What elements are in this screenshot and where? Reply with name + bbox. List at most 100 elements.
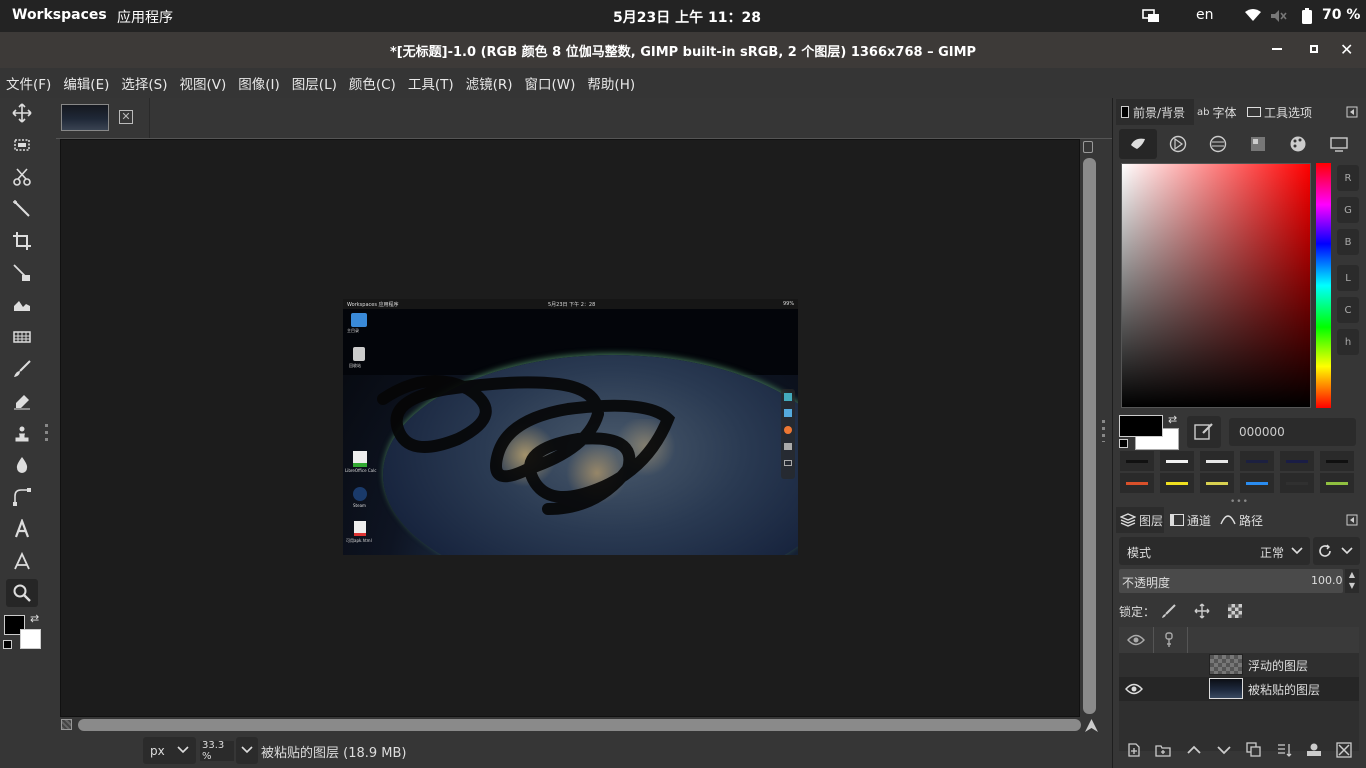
lock-pixels-icon[interactable] (1161, 603, 1177, 619)
color-history-swatch[interactable] (1200, 451, 1234, 471)
color-history-swatch[interactable] (1120, 473, 1154, 493)
color-square[interactable] (1121, 163, 1311, 408)
watercolor-selector-icon[interactable] (1289, 135, 1307, 153)
panel-menu-icon[interactable] (1346, 106, 1358, 118)
scissors-select-tool-icon[interactable] (6, 163, 38, 191)
gimp-selector-icon[interactable] (1119, 129, 1157, 159)
display-icon[interactable] (1142, 8, 1160, 28)
layer-row-pasted[interactable]: 被粘贴的图层 (1119, 677, 1359, 701)
language-indicator[interactable]: en (1196, 7, 1214, 23)
scales-selector-icon[interactable] (1329, 135, 1349, 153)
channel-g-button[interactable]: G (1337, 197, 1359, 223)
zoom-fit-icon[interactable] (1083, 141, 1093, 153)
minimize-icon[interactable] (1272, 48, 1282, 50)
fuzzy-select-tool-icon[interactable] (6, 195, 38, 223)
swap-colors-icon[interactable]: ⇄ (30, 612, 39, 625)
delete-layer-icon[interactable] (1332, 739, 1356, 761)
battery-icon[interactable] (1302, 8, 1312, 28)
tab-layers[interactable]: 图层 (1116, 507, 1164, 533)
channel-r-button[interactable]: R (1337, 165, 1359, 191)
wheel-selector-icon[interactable] (1209, 135, 1227, 153)
zoom-input[interactable]: 33.3 % (200, 740, 234, 762)
menu-help[interactable]: 帮助(H) (581, 73, 641, 93)
triangle-selector-icon[interactable] (1169, 135, 1187, 153)
duplicate-layer-icon[interactable] (1242, 739, 1266, 761)
channel-c-button[interactable]: C (1337, 297, 1359, 323)
layer-mask-icon[interactable] (1302, 739, 1326, 761)
unit-select[interactable]: px (143, 737, 196, 764)
lock-position-icon[interactable] (1194, 603, 1210, 619)
color-history-swatch[interactable] (1240, 451, 1274, 471)
tab-fonts[interactable]: ab 字体 (1197, 99, 1245, 125)
tab-tool-options[interactable]: 工具选项 (1247, 99, 1317, 125)
channel-l-button[interactable]: L (1337, 265, 1359, 291)
menu-layer[interactable]: 图层(L) (286, 73, 343, 93)
unified-transform-tool-icon[interactable] (6, 259, 38, 287)
color-history-swatch[interactable] (1120, 451, 1154, 471)
rect-select-tool-icon[interactable] (6, 131, 38, 159)
cmyk-selector-icon[interactable] (1249, 135, 1267, 153)
tab-channels[interactable]: 通道 (1167, 507, 1215, 533)
opacity-spin-buttons[interactable]: ▲ ▼ (1345, 569, 1359, 593)
clone-tool-icon[interactable] (6, 419, 38, 447)
quick-mask-toggle-icon[interactable] (61, 719, 72, 730)
dock-separator-handle[interactable]: ••• (1230, 497, 1249, 507)
image-tab[interactable]: ✕ (56, 98, 150, 138)
smudge-tool-icon[interactable] (6, 451, 38, 479)
color-picker-tool-icon[interactable] (6, 547, 38, 575)
maximize-icon[interactable] (1310, 45, 1318, 53)
toolbox-resize-handle[interactable] (45, 424, 48, 444)
tab-paths[interactable]: 路径 (1217, 507, 1265, 533)
close-tab-icon[interactable]: ✕ (119, 110, 133, 124)
menu-file[interactable]: 文件(F) (0, 73, 57, 93)
color-history-swatch[interactable] (1200, 473, 1234, 493)
channel-b-button[interactable]: B (1337, 229, 1359, 255)
menu-select[interactable]: 选择(S) (115, 73, 173, 93)
color-picker-button[interactable] (1187, 416, 1221, 448)
color-history-swatch[interactable] (1280, 473, 1314, 493)
menu-edit[interactable]: 编辑(E) (57, 73, 115, 93)
color-history-swatch[interactable] (1320, 473, 1354, 493)
menu-windows[interactable]: 窗口(W) (519, 73, 582, 93)
channel-h-button[interactable]: h (1337, 329, 1359, 355)
color-history-swatch[interactable] (1240, 473, 1274, 493)
opacity-slider[interactable]: 不透明度 100.0 (1119, 569, 1343, 593)
image-canvas[interactable]: Workspaces 应用程序 5月23日 下午 2：28 99% 主目录 回收… (343, 299, 798, 555)
new-layer-group-icon[interactable] (1151, 739, 1175, 761)
menu-colors[interactable]: 颜色(C) (343, 73, 402, 93)
layers-panel-menu-icon[interactable] (1346, 514, 1358, 526)
close-icon[interactable]: ✕ (1340, 40, 1353, 59)
color-history-swatch[interactable] (1320, 451, 1354, 471)
crop-tool-icon[interactable] (6, 227, 38, 255)
canvas-area[interactable]: Workspaces 应用程序 5月23日 下午 2：28 99% 主目录 回收… (60, 139, 1080, 717)
bucket-fill-tool-icon[interactable] (6, 323, 38, 351)
workspaces-button[interactable]: Workspaces (12, 7, 107, 23)
horizontal-scrollbar[interactable] (78, 719, 1081, 731)
warp-transform-tool-icon[interactable] (6, 291, 38, 319)
paths-tool-icon[interactable] (6, 483, 38, 511)
raise-layer-icon[interactable] (1182, 739, 1206, 761)
merge-layer-icon[interactable] (1272, 739, 1296, 761)
zoom-tool-icon[interactable] (6, 579, 38, 607)
color-history-swatch[interactable] (1160, 473, 1194, 493)
hex-input[interactable]: 000000 (1229, 418, 1356, 446)
eraser-tool-icon[interactable] (6, 387, 38, 415)
move-tool-icon[interactable] (6, 99, 38, 127)
lock-alpha-icon[interactable] (1228, 604, 1242, 618)
panel-default-colors-icon[interactable] (1119, 439, 1128, 448)
composite-mode-button[interactable] (1313, 537, 1360, 565)
menu-view[interactable]: 视图(V) (174, 73, 233, 93)
layer-row-floating[interactable]: 浮动的图层 (1119, 653, 1359, 677)
new-layer-icon[interactable] (1122, 739, 1146, 761)
panel-swap-colors-icon[interactable]: ⇄ (1168, 413, 1177, 426)
wifi-icon[interactable] (1244, 8, 1262, 26)
color-history-swatch[interactable] (1280, 451, 1314, 471)
menu-tools[interactable]: 工具(T) (402, 73, 460, 93)
panel-foreground-swatch[interactable] (1119, 415, 1163, 437)
volume-icon[interactable] (1270, 9, 1288, 27)
menu-image[interactable]: 图像(I) (232, 73, 286, 93)
paintbrush-tool-icon[interactable] (6, 355, 38, 383)
lower-layer-icon[interactable] (1212, 739, 1236, 761)
clock[interactable]: 5月23日 上午 11：28 (613, 7, 761, 27)
background-color-swatch[interactable] (20, 629, 41, 649)
